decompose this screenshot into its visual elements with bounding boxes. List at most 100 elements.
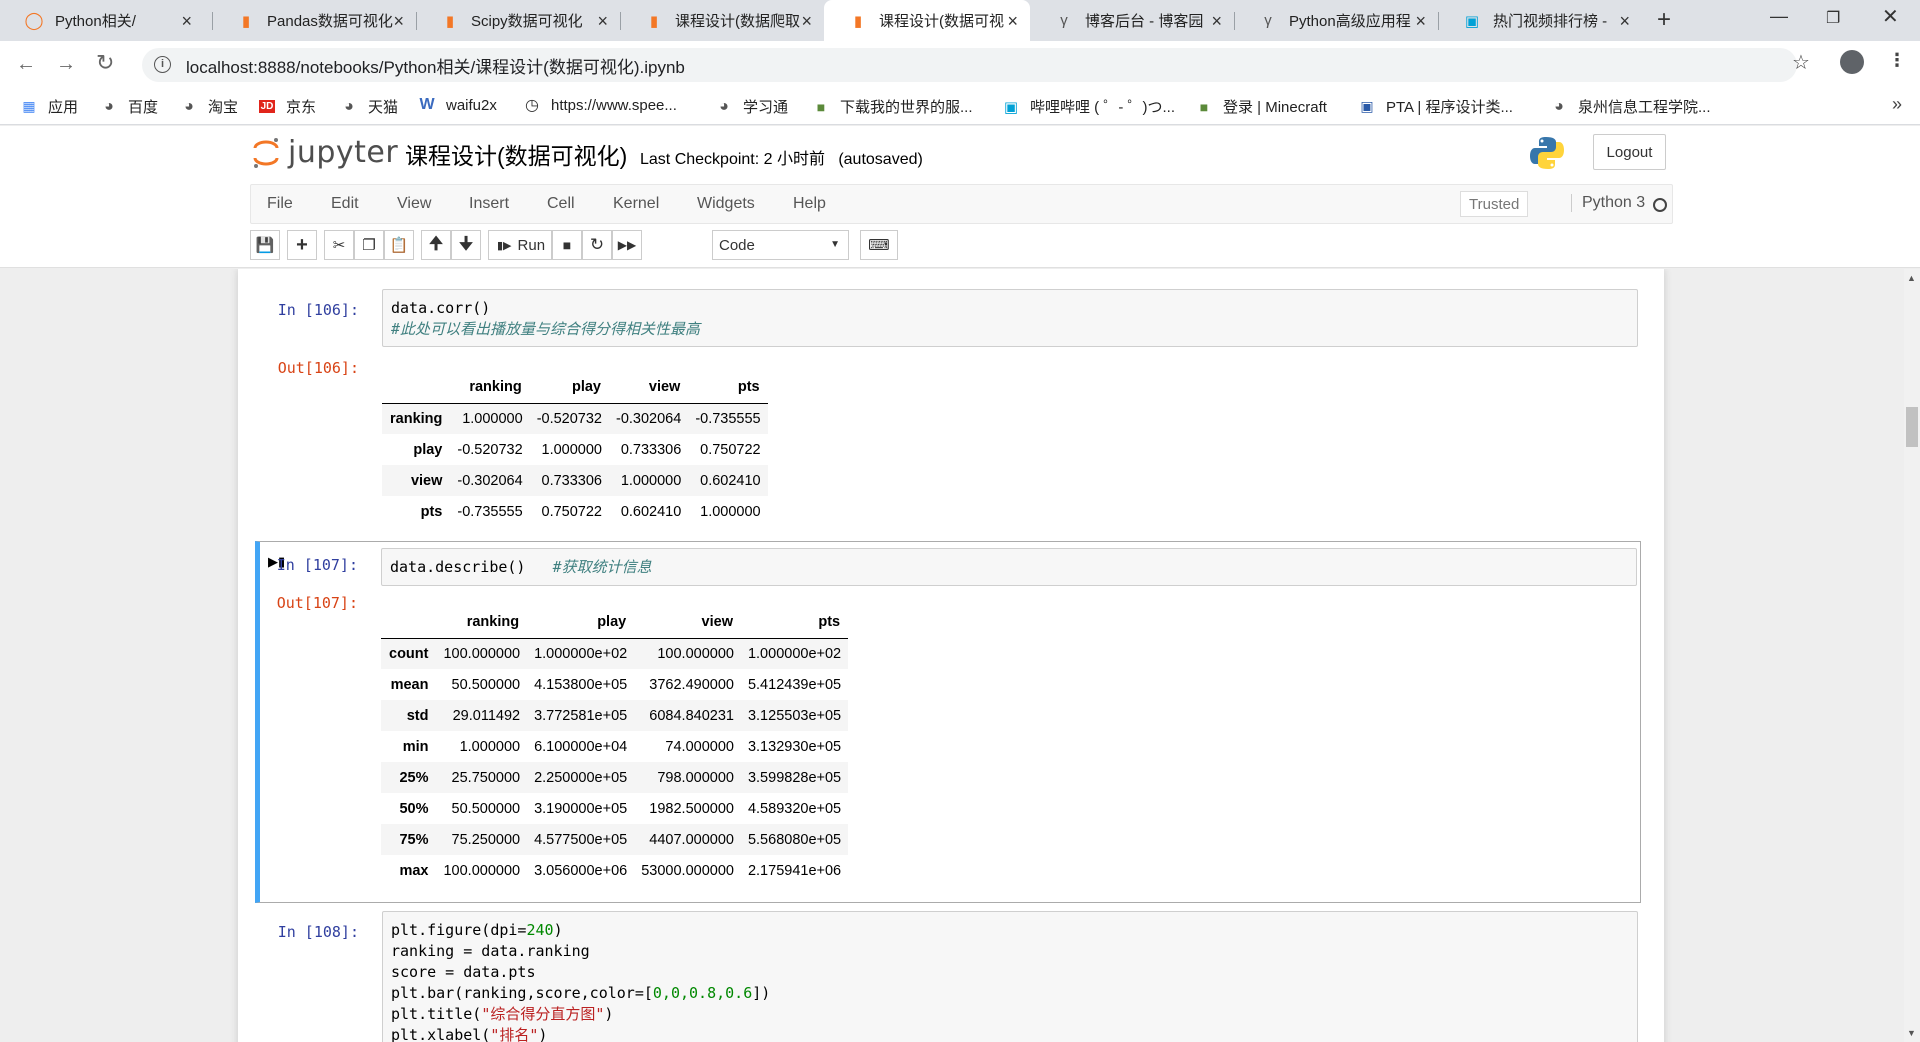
code-input-108[interactable]: plt.figure(dpi=240) ranking = data.ranki… bbox=[382, 911, 1638, 1042]
table-cell: 3.599828e+05 bbox=[747, 769, 842, 786]
notebook-name[interactable]: 课程设计(数据可视化) bbox=[405, 137, 627, 171]
menu-view[interactable]: View bbox=[397, 195, 431, 213]
bookmark-item[interactable]: ◕ 淘宝 bbox=[180, 96, 238, 117]
row-label: count bbox=[389, 645, 429, 662]
tab-close-icon[interactable]: × bbox=[1007, 11, 1018, 32]
paste-icon[interactable]: 📋 bbox=[384, 230, 414, 260]
bookmark-item[interactable]: ▦ 应用 bbox=[20, 96, 78, 117]
new-tab-button[interactable]: + bbox=[1657, 6, 1671, 34]
tab-close-icon[interactable]: × bbox=[393, 11, 404, 32]
browser-tab-3[interactable]: ▮ Scipy数据可视化 × bbox=[416, 0, 620, 41]
bookmark-item[interactable]: ▣ 哔哩哔哩 ( ゜- ゜)つ... bbox=[1002, 96, 1175, 117]
bookmarks-bar: » ▦ 应用 ◕ 百度 ◕ 淘宝 JD 京东 ◕ 天猫 Wwaifu2x ◷ https://www.s… bbox=[0, 88, 1920, 125]
bookmark-item[interactable]: ◕ 百度 bbox=[100, 96, 158, 117]
tab-close-icon[interactable]: × bbox=[801, 11, 812, 32]
profile-avatar-icon[interactable] bbox=[1840, 50, 1864, 74]
reload-icon[interactable]: ↻ bbox=[96, 50, 114, 76]
bookmark-item[interactable]: ◕ 泉州信息工程学院... bbox=[1550, 96, 1710, 117]
kernel-name[interactable]: Python 3 bbox=[1571, 194, 1645, 212]
code-line: data.describe() bbox=[390, 558, 526, 576]
table-row: 75% 75.250000 4.577500e+05 4407.000000 5.568… bbox=[381, 824, 849, 855]
menu-insert[interactable]: Insert bbox=[469, 195, 509, 213]
scrollbar-thumb[interactable] bbox=[1906, 407, 1918, 447]
code-cell-107[interactable]: ▶▮ In [107]: data.describe() #获取统计信息 Out… bbox=[255, 541, 1641, 903]
table-cell: 6084.840231 bbox=[649, 707, 734, 724]
scroll-up-icon[interactable]: ▲ bbox=[1907, 273, 1916, 283]
tab-close-icon[interactable]: × bbox=[1211, 11, 1222, 32]
browser-tab-6[interactable]: γ 博客后台 - 博客园 × bbox=[1030, 0, 1234, 41]
table-cell: 798.000000 bbox=[657, 769, 734, 786]
trusted-indicator[interactable]: Trusted bbox=[1460, 191, 1529, 217]
bookmark-item[interactable]: ■ 下载我的世界的服... bbox=[812, 96, 973, 117]
code-cell-108[interactable]: In [108]: plt.figure(dpi=240) ranking = … bbox=[256, 911, 1642, 1042]
code-cell-106[interactable]: In [106]: data.corr() #此处可以看出播放量与综合得分得相关… bbox=[256, 289, 1642, 539]
back-icon[interactable]: ← bbox=[16, 53, 36, 76]
tab-close-icon[interactable]: × bbox=[1619, 11, 1630, 32]
bookmark-item[interactable]: ◕ 天猫 bbox=[340, 96, 398, 117]
restore-icon[interactable]: ❐ bbox=[1826, 8, 1840, 28]
table-cell: 29.011492 bbox=[452, 707, 521, 724]
interrupt-icon[interactable]: ■ bbox=[552, 230, 582, 260]
menu-file[interactable]: File bbox=[267, 195, 293, 213]
menu-kernel[interactable]: Kernel bbox=[613, 195, 659, 213]
jupyter-logo[interactable]: jupyter bbox=[252, 135, 398, 170]
code-comment: #获取统计信息 bbox=[552, 558, 652, 576]
save-icon[interactable]: 💾 bbox=[250, 230, 280, 260]
tab-close-icon[interactable]: × bbox=[597, 11, 608, 32]
bookmark-item[interactable]: ◷ https://www.spee... bbox=[523, 96, 677, 115]
close-window-icon[interactable]: ✕ bbox=[1882, 4, 1899, 29]
notebook-icon: ▮ bbox=[649, 12, 659, 30]
table-cell: 3.132930e+05 bbox=[747, 738, 842, 755]
globe-icon: ◕ bbox=[344, 97, 354, 115]
table-cell: 75.250000 bbox=[451, 831, 521, 848]
bookmark-star-icon[interactable]: ☆ bbox=[1792, 50, 1810, 75]
browser-tab-8[interactable]: ▣ 热门视频排行榜 - × bbox=[1438, 0, 1642, 41]
menu-cell[interactable]: Cell bbox=[547, 195, 575, 213]
browser-tab-7[interactable]: γ Python高级应用程 × bbox=[1234, 0, 1438, 41]
minimize-icon[interactable]: — bbox=[1770, 6, 1788, 27]
logout-button[interactable]: Logout bbox=[1593, 134, 1666, 170]
menu-edit[interactable]: Edit bbox=[331, 195, 359, 213]
browser-tab-4[interactable]: ▮ 课程设计(数据爬取 × bbox=[620, 0, 824, 41]
menu-widgets[interactable]: Widgets bbox=[697, 195, 755, 213]
bookmarks-more-icon[interactable]: » bbox=[1892, 94, 1902, 115]
bookmark-item[interactable]: Wwaifu2x bbox=[418, 96, 496, 114]
bookmark-label: 应用 bbox=[48, 99, 79, 116]
bookmark-label: 百度 bbox=[128, 99, 159, 116]
bookmark-item[interactable]: ▣ PTA | 程序设计类... bbox=[1358, 96, 1513, 117]
bookmark-item[interactable]: ■ 登录 | Minecraft bbox=[1195, 96, 1327, 117]
code-string: "排名" bbox=[490, 1026, 539, 1042]
scroll-down-icon[interactable]: ▼ bbox=[1907, 1028, 1916, 1038]
table-cell: -0.735555 bbox=[695, 410, 761, 427]
forward-icon[interactable]: → bbox=[56, 53, 76, 76]
menu-help[interactable]: Help bbox=[793, 195, 826, 213]
restart-icon[interactable]: ↻ bbox=[582, 230, 612, 260]
tab-close-icon[interactable]: × bbox=[181, 11, 192, 32]
browser-tab-1[interactable]: ◯ Python相关/ × bbox=[0, 0, 204, 41]
column-header: view bbox=[609, 372, 689, 404]
table-cell: 1.000000 bbox=[541, 441, 602, 458]
code-input-107[interactable]: data.describe() #获取统计信息 bbox=[381, 548, 1637, 586]
browser-menu-icon[interactable]: ⋮ bbox=[1888, 50, 1906, 71]
site-info-icon[interactable]: i bbox=[154, 56, 171, 73]
move-down-icon[interactable]: 🠋 bbox=[451, 230, 481, 260]
add-cell-icon[interactable]: + bbox=[287, 230, 317, 260]
page-scrollbar[interactable]: ▲ ▼ bbox=[1904, 269, 1920, 1042]
copy-icon[interactable]: ❐ bbox=[354, 230, 384, 260]
tab-separator bbox=[416, 12, 417, 30]
move-up-icon[interactable]: 🠉 bbox=[421, 230, 451, 260]
browser-tab-2[interactable]: ▮ Pandas数据可视化 × bbox=[212, 0, 416, 41]
table-cell: 6.100000e+04 bbox=[534, 738, 628, 755]
browser-tab-5[interactable]: ▮ 课程设计(数据可视 × bbox=[824, 0, 1030, 41]
tab-close-icon[interactable]: × bbox=[1415, 11, 1426, 32]
cut-icon[interactable]: ✂ bbox=[324, 230, 354, 260]
run-button[interactable]: ▮▶ Run bbox=[488, 230, 552, 260]
cell-type-select[interactable]: Code ▼ bbox=[712, 230, 849, 260]
bookmark-item[interactable]: ◕ 学习通 bbox=[715, 96, 788, 117]
notebook-area[interactable]: In [106]: data.corr() #此处可以看出播放量与综合得分得相关… bbox=[0, 269, 1920, 1042]
code-input-106[interactable]: data.corr() #此处可以看出播放量与综合得分得相关性最高 bbox=[382, 289, 1638, 347]
restart-run-all-icon[interactable]: ▶▶ bbox=[612, 230, 642, 260]
command-palette-icon[interactable]: ⌨ bbox=[860, 230, 898, 260]
url-input[interactable]: i localhost:8888/notebooks/Python相关/课程设计… bbox=[142, 48, 1797, 82]
bookmark-item[interactable]: JD 京东 bbox=[258, 96, 316, 117]
